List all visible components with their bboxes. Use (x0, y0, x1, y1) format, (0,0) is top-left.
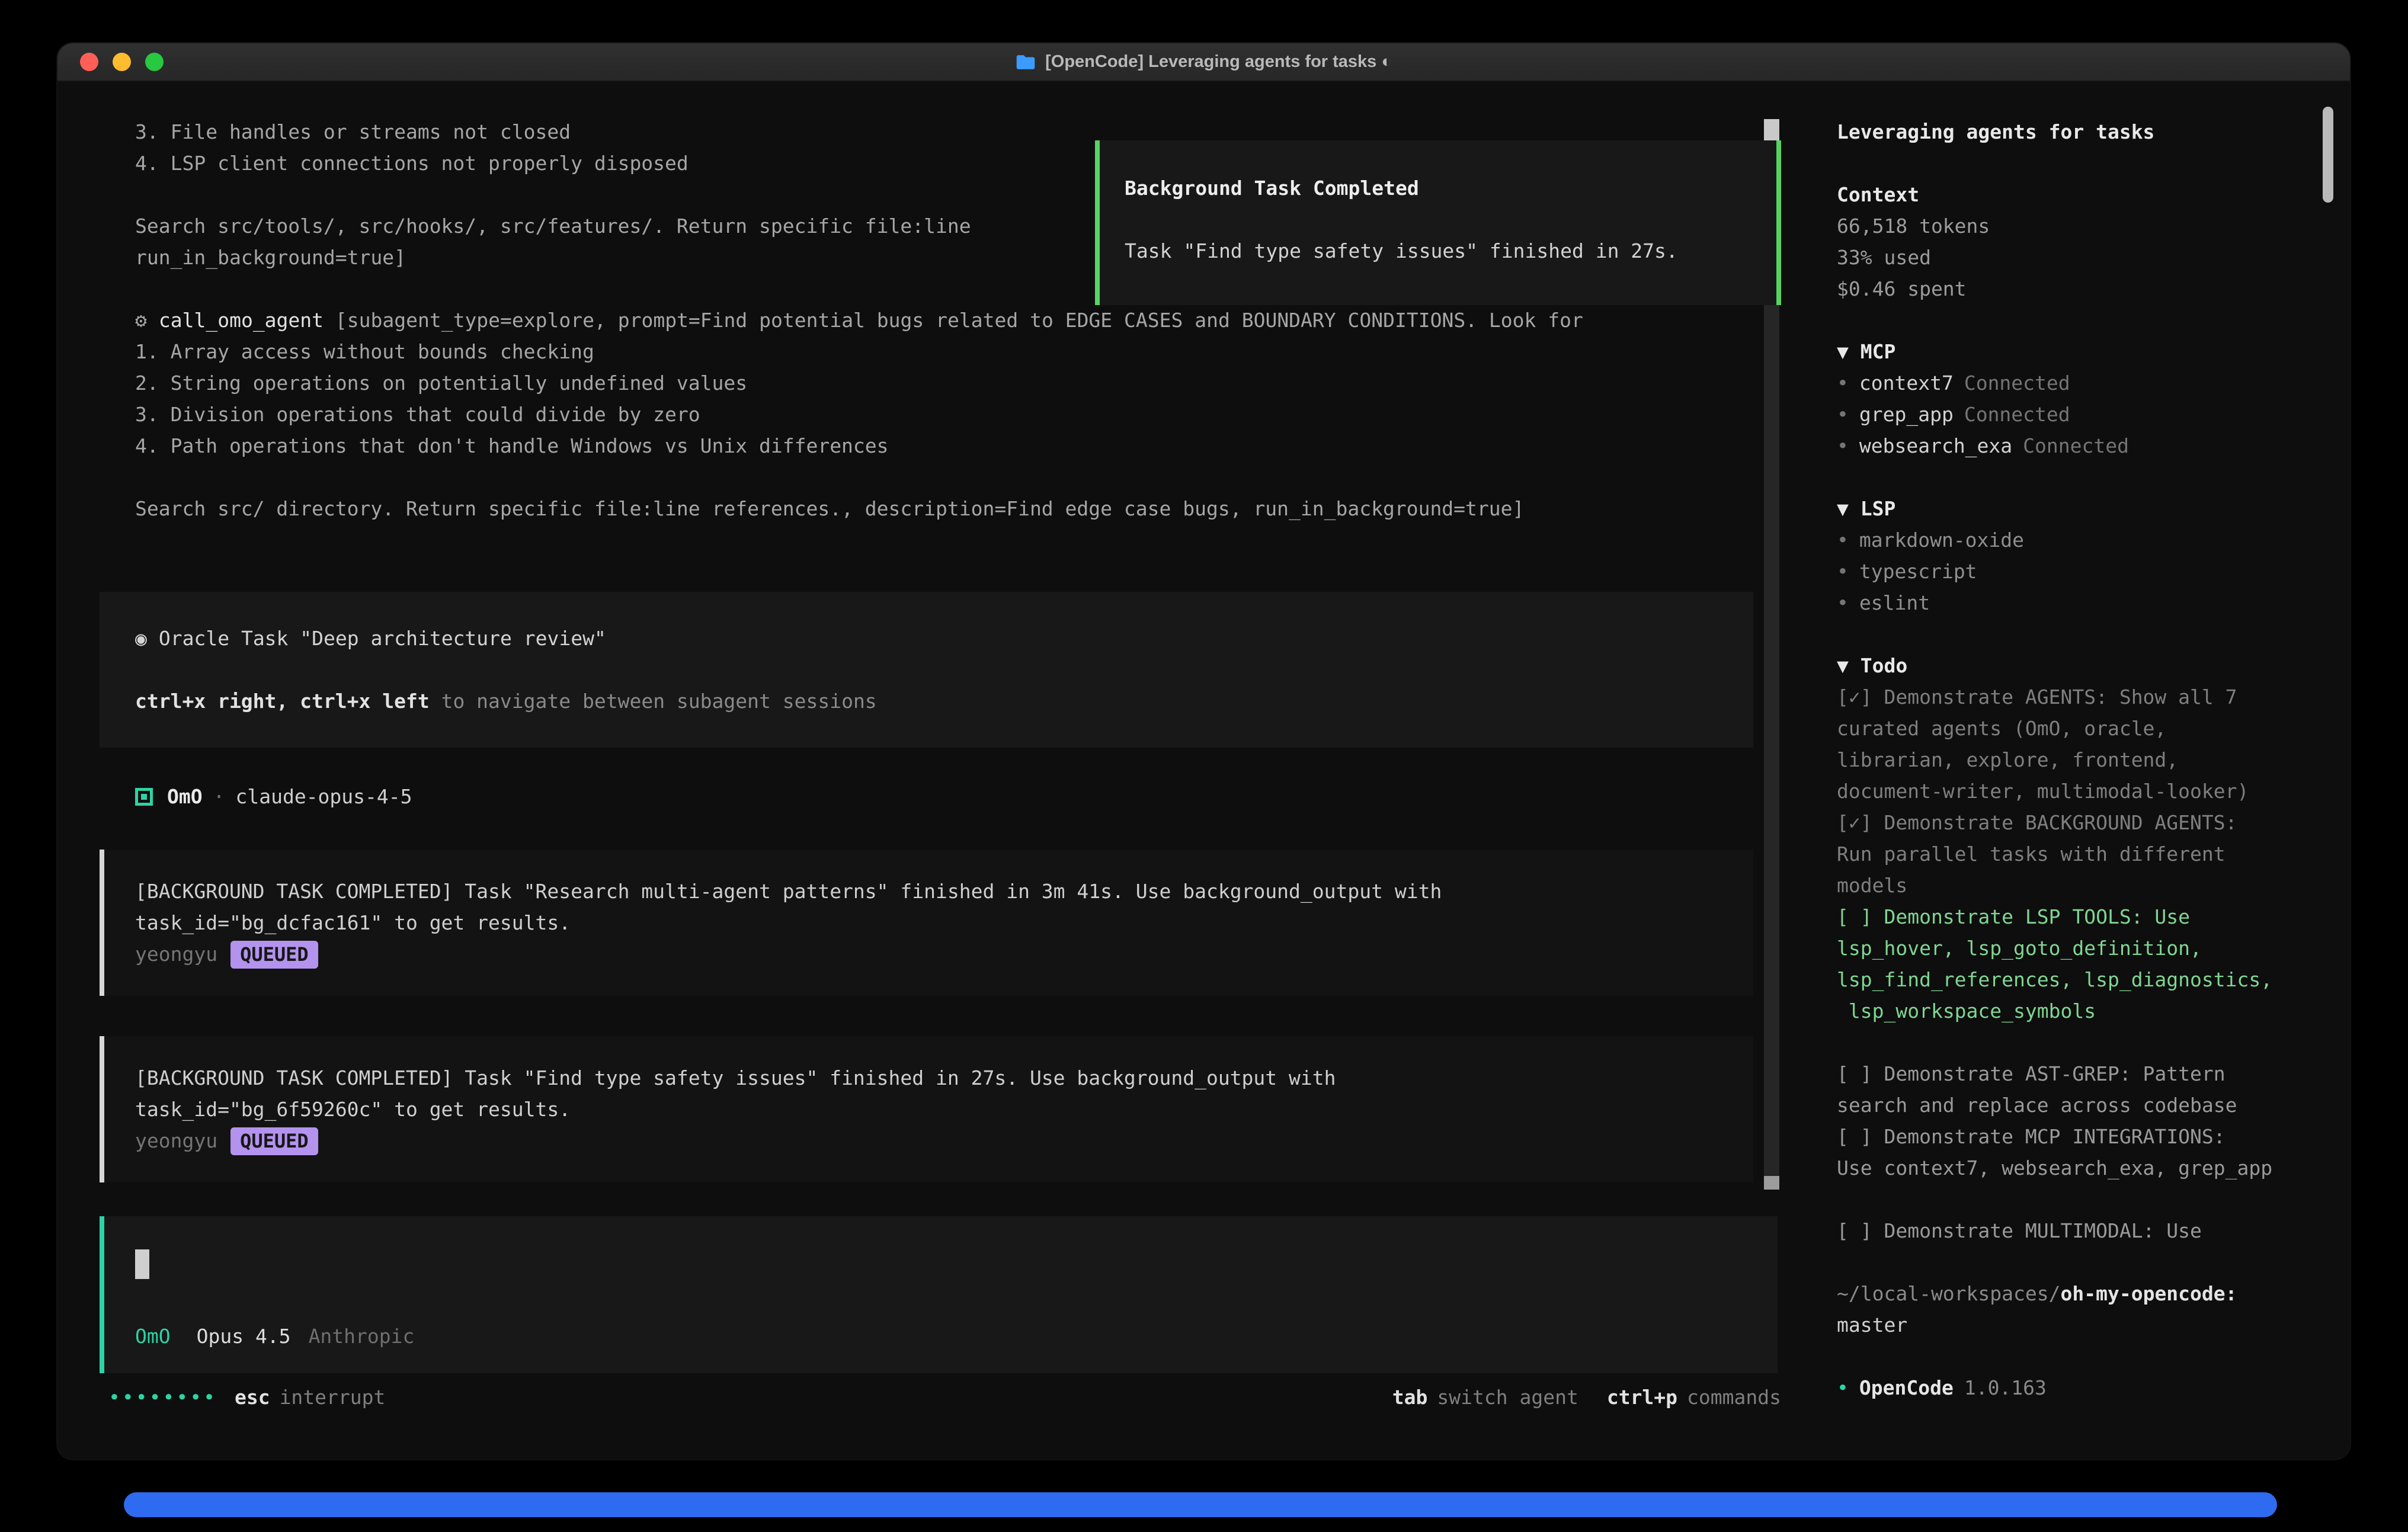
todo-item: [✓] Demonstrate BACKGROUND AGENTS: Run p… (1837, 807, 2326, 901)
subagent-nav-hint: ctrl+x right, ctrl+x left to navigate be… (135, 685, 1730, 717)
app-version-line: • OpenCode 1.0.163 (1837, 1372, 2326, 1403)
bullet-icon: • (1837, 591, 1849, 614)
mcp-item: •context7Connected (1837, 367, 2326, 399)
bullet-icon: • (1837, 403, 1849, 426)
minimize-button[interactable] (113, 53, 131, 71)
tool-call-line: ⚙ call_omo_agent [subagent_type=explore, … (135, 305, 1753, 336)
lsp-item: •eslint (1837, 587, 2326, 618)
window-title: [OpenCode] Leveraging agents for tasks ◐ (57, 52, 2350, 72)
todo-item: [ ] Demonstrate AST-GREP: Pattern search… (1837, 1058, 2326, 1121)
message-meta: yeongyu QUEUED (135, 938, 1730, 970)
esc-key-label: interrupt (280, 1382, 386, 1413)
todo-item-active: [ ] Demonstrate LSP TOOLS: Use lsp_hover… (1837, 901, 2326, 1027)
mcp-heading: ▼ MCP (1837, 336, 2326, 367)
tab-key-hint: tab (1392, 1382, 1428, 1413)
workspace-path: ~/local-workspaces/oh-my-opencode: (1837, 1278, 2326, 1309)
main-scrollbar-thumb[interactable] (1764, 119, 1779, 141)
bullet-icon: • (1837, 528, 1849, 552)
oracle-task-panel: ◉Oracle Task "Deep architecture review" … (100, 592, 1753, 748)
tool-call-name: call_omo_agent (159, 309, 324, 332)
close-button[interactable] (80, 53, 98, 71)
sidebar-scrollbar-thumb[interactable] (2323, 107, 2333, 203)
todo-item: [ ] Demonstrate MULTIMODAL: Use (1837, 1215, 2326, 1246)
gear-icon: ⚙ (135, 309, 147, 332)
input-provider-label: Anthropic (309, 1321, 415, 1352)
mcp-item: •grep_appConnected (1837, 399, 2326, 430)
session-sidebar: Leveraging agents for tasks Context 66,5… (1810, 82, 2350, 1459)
hint-text: to navigate between subagent sessions (430, 690, 877, 713)
app-version: 1.0.163 (1964, 1376, 2047, 1399)
lsp-heading: ▼ LSP (1837, 493, 2326, 524)
omo-agent-icon (135, 788, 153, 806)
message-text: [BACKGROUND TASK COMPLETED] Task "Resear… (135, 876, 1730, 938)
ctrlp-key-hint: ctrl+p (1607, 1382, 1677, 1413)
dock-strip[interactable] (124, 1492, 2277, 1517)
message-block: [BACKGROUND TASK COMPLETED] Task "Resear… (100, 850, 1753, 996)
session-title: Leveraging agents for tasks (1837, 116, 2326, 148)
toast-body: Task "Find type safety issues" finished … (1125, 235, 1759, 267)
message-author: yeongyu (135, 1129, 217, 1152)
mcp-item: •websearch_exaConnected (1837, 430, 2326, 461)
bullet-icon: • (1837, 560, 1849, 583)
input-footer: OmO Opus 4.5 Anthropic (135, 1321, 1754, 1352)
context-used: 33% used (1837, 242, 2326, 273)
tool-call-block: ⚙ call_omo_agent [subagent_type=explore, … (135, 305, 1753, 524)
esc-key-hint: esc (235, 1382, 270, 1413)
input-model-label: Opus 4.5 (197, 1321, 291, 1352)
tool-call-body: 1. Array access without bounds checking … (135, 336, 1753, 524)
workspace-repo: oh-my-opencode: (2061, 1282, 2237, 1305)
ctrlp-key-label: commands (1687, 1382, 1781, 1413)
agent-name: OmO (167, 781, 203, 812)
folder-icon (1016, 54, 1036, 70)
window-controls (80, 43, 164, 81)
separator-dot: · (213, 781, 225, 812)
todo-item: [✓] Demonstrate AGENTS: Show all 7 curat… (1837, 681, 2326, 807)
agent-model: claude-opus-4-5 (235, 781, 412, 812)
bullet-icon: • (1837, 371, 1849, 395)
context-heading: Context (1837, 179, 2326, 210)
message-meta: yeongyu QUEUED (135, 1125, 1730, 1156)
app-name: OpenCode (1859, 1376, 1954, 1399)
bullet-icon: • (1837, 434, 1849, 457)
oracle-task-title: ◉Oracle Task "Deep architecture review" (135, 623, 1730, 654)
window-title-text: [OpenCode] Leveraging agents for tasks ◐ (1045, 52, 1392, 72)
window-titlebar[interactable]: [OpenCode] Leveraging agents for tasks ◐ (57, 43, 2350, 82)
todo-heading: ▼ Todo (1837, 650, 2326, 681)
message-text: [BACKGROUND TASK COMPLETED] Task "Find t… (135, 1062, 1730, 1125)
message-block: [BACKGROUND TASK COMPLETED] Task "Find t… (100, 1036, 1753, 1182)
status-badge: QUEUED (230, 1127, 318, 1155)
status-bar: •••••••• esc interrupt tab switch agent … (108, 1382, 1781, 1413)
spinner-dots: •••••••• (108, 1382, 217, 1413)
status-badge: QUEUED (230, 941, 318, 969)
todo-item: [ ] Demonstrate MCP INTEGRATIONS: Use co… (1837, 1121, 2326, 1184)
main-scrollbar-position-marker (1764, 1176, 1779, 1190)
hint-keys: ctrl+x right, ctrl+x left (135, 690, 430, 713)
input-agent-label: OmO (135, 1321, 171, 1352)
text-cursor (135, 1249, 149, 1279)
tab-key-label: switch agent (1437, 1382, 1578, 1413)
workspace-branch: master (1837, 1309, 2326, 1341)
lsp-item: •typescript (1837, 556, 2326, 587)
zoom-button[interactable] (145, 53, 164, 71)
workspace-dir: ~/local-workspaces/ (1837, 1282, 2061, 1305)
main-pane: 3. File handles or streams not closed 4.… (57, 82, 1810, 1459)
context-spent: $0.46 spent (1837, 273, 2326, 305)
background-task-toast: Background Task Completed Task "Find typ… (1095, 140, 1781, 305)
fisheye-icon: ◉ (135, 627, 147, 650)
context-tokens: 66,518 tokens (1837, 210, 2326, 242)
tool-call-args: [subagent_type=explore, prompt=Find pote… (324, 309, 1583, 332)
message-author: yeongyu (135, 943, 217, 966)
agent-header: OmO · claude-opus-4-5 (135, 781, 1753, 812)
toast-title: Background Task Completed (1125, 172, 1759, 204)
lsp-item: •markdown-oxide (1837, 524, 2326, 556)
prompt-input[interactable]: OmO Opus 4.5 Anthropic (100, 1216, 1778, 1373)
bullet-icon: • (1837, 1376, 1849, 1399)
terminal-window: [OpenCode] Leveraging agents for tasks ◐… (57, 43, 2350, 1459)
